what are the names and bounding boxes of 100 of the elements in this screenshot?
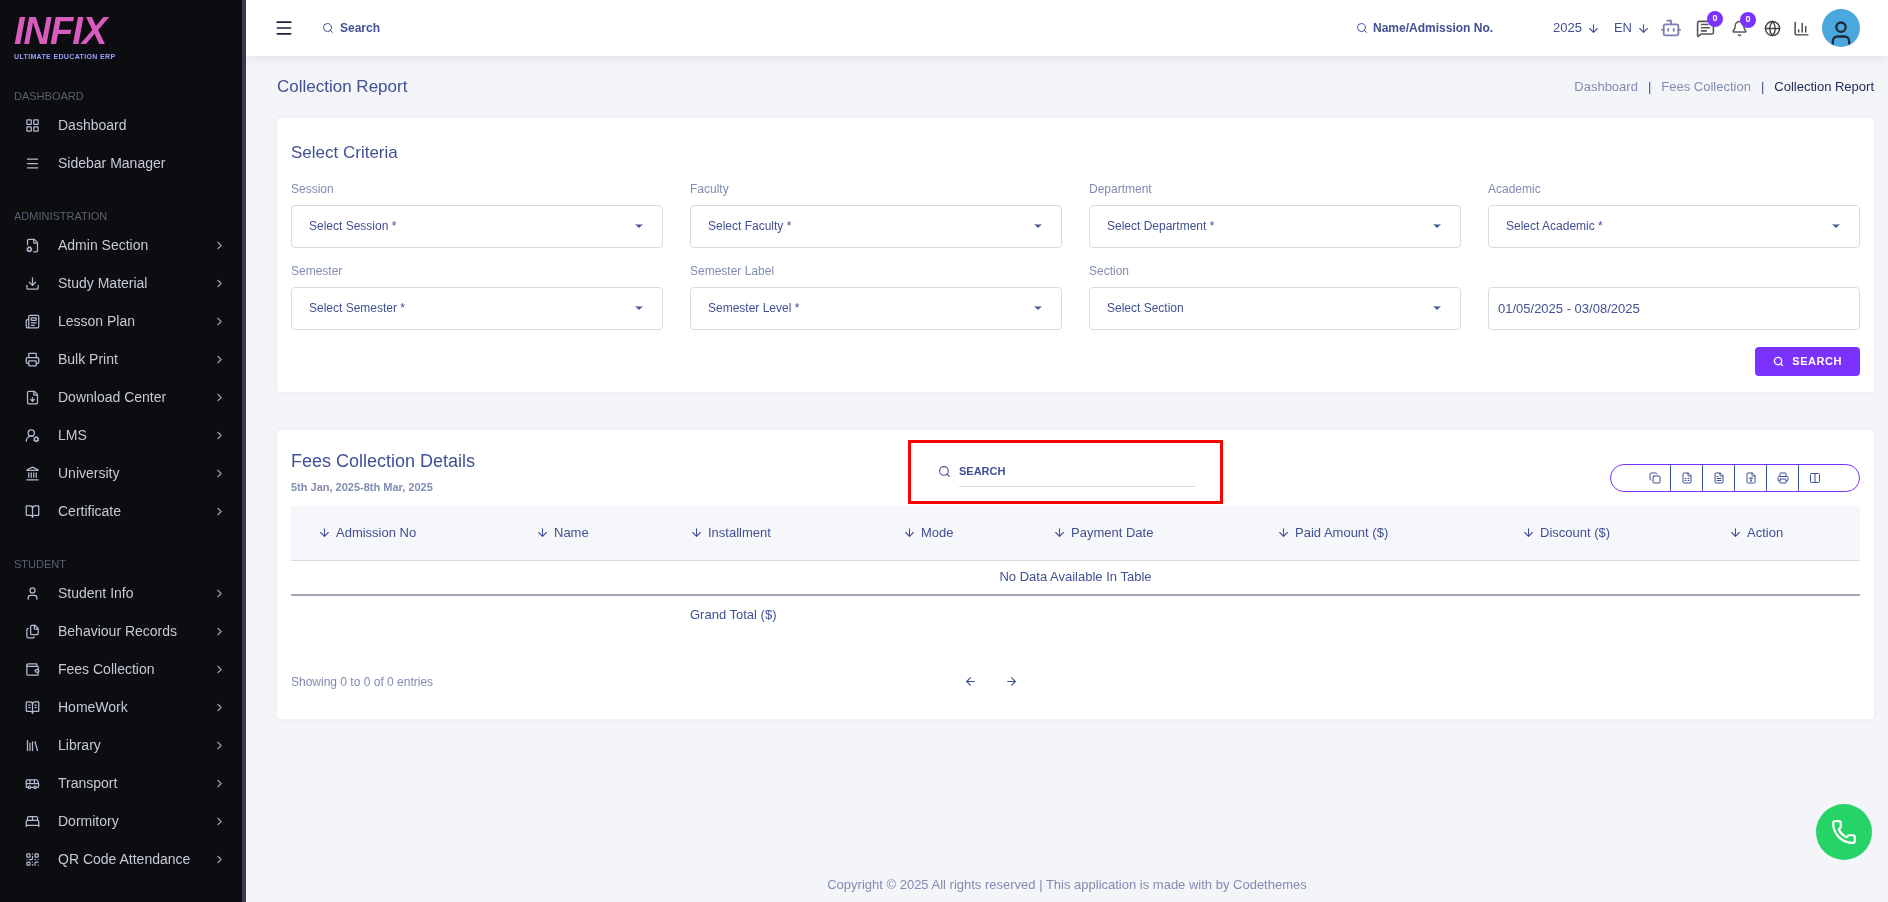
printer-icon <box>25 351 40 367</box>
document-icon <box>1712 471 1725 484</box>
table-search-field[interactable]: SEARCH <box>959 456 1195 487</box>
copy-icon <box>1648 471 1661 484</box>
column-header[interactable]: Mode <box>903 522 1053 543</box>
count-badge: 0 <box>1707 10 1723 27</box>
column-header[interactable]: Name <box>536 522 690 543</box>
menu-icon <box>25 155 40 171</box>
download-icon <box>25 275 40 291</box>
search-icon <box>1356 22 1368 34</box>
year-dropdown[interactable]: 2025 <box>1553 18 1600 38</box>
field-label: Academic <box>1488 180 1542 198</box>
chat-icon[interactable] <box>1696 18 1715 38</box>
field-label: Semester <box>291 262 344 280</box>
field-label: Section <box>1089 262 1131 280</box>
card-title: Fees Collection Details <box>291 449 477 473</box>
sidebar-item[interactable]: Student Info <box>0 574 242 612</box>
breadcrumb-link[interactable]: Collection Report <box>1774 77 1874 97</box>
sidebar-item[interactable]: HomeWork <box>0 688 242 726</box>
column-header[interactable]: Installment <box>690 522 903 543</box>
download-icon <box>25 389 40 405</box>
select-dropdown[interactable]: Select Academic * <box>1488 204 1860 248</box>
menu-icon[interactable] <box>274 18 294 38</box>
globe-icon[interactable] <box>1764 19 1781 37</box>
sort-arrow-icon <box>1522 526 1535 539</box>
search-field[interactable]: Search <box>340 19 540 37</box>
sidebar-item[interactable]: Admin Section <box>0 226 242 264</box>
sidebar-item[interactable]: Lesson Plan <box>0 302 242 340</box>
sort-arrow-icon <box>536 526 549 539</box>
column-header[interactable]: Paid Amount ($) <box>1277 522 1522 543</box>
column-header[interactable]: Admission No <box>318 522 536 543</box>
wallet-icon <box>25 661 40 677</box>
search-icon <box>938 465 951 478</box>
select-dropdown[interactable]: Semester Level * <box>690 286 1062 330</box>
files-icon <box>25 623 40 639</box>
sort-arrow-icon <box>1277 526 1290 539</box>
sidebar-section-title: STUDENT <box>13 556 67 572</box>
field-label: Semester Label <box>690 262 776 280</box>
column-header[interactable]: Discount ($) <box>1522 522 1729 543</box>
arrow-down-icon <box>1586 21 1600 35</box>
select-dropdown[interactable]: Select Section <box>1089 286 1461 330</box>
select-dropdown[interactable]: Select Semester * <box>291 286 663 330</box>
column-header[interactable]: Action <box>1729 522 1860 543</box>
sidebar-item[interactable]: Fees Collection <box>0 650 242 688</box>
copyright-text: Copyright © 2025 All rights reserved | This application is made with by Codethemes <box>827 875 1307 894</box>
book-icon <box>25 503 40 519</box>
sort-arrow-icon <box>1729 526 1742 539</box>
qr-code-icon <box>25 851 40 867</box>
document-gear-icon <box>25 237 40 253</box>
sort-arrow-icon <box>690 526 703 539</box>
field-label: Department <box>1089 180 1153 198</box>
sort-arrow-icon <box>903 526 916 539</box>
sidebar-item[interactable]: Transport <box>0 764 242 802</box>
next-page-icon[interactable] <box>1005 675 1018 688</box>
chart-icon[interactable] <box>1793 19 1810 37</box>
sidebar-item[interactable]: Study Material <box>0 264 242 302</box>
spreadsheet-icon <box>1680 471 1693 484</box>
sidebar-item[interactable]: Download Center <box>0 378 242 416</box>
sidebar-item[interactable]: QR Code Attendance <box>0 840 242 878</box>
sidebar-item[interactable]: Dashboard <box>0 106 242 144</box>
column-header[interactable]: Payment Date <box>1053 522 1277 543</box>
robot-icon[interactable] <box>1660 17 1682 39</box>
phone-icon <box>1831 819 1857 845</box>
sidebar-section-title: DASHBOARD <box>13 88 85 104</box>
avatar[interactable] <box>1822 9 1860 47</box>
grid-icon <box>25 117 40 133</box>
logo-text: INFIX <box>14 10 110 52</box>
sidebar-item[interactable]: LMS <box>0 416 242 454</box>
arrow-down-icon <box>1637 21 1650 35</box>
person-icon <box>25 427 40 443</box>
card-title: Select Criteria <box>291 142 399 164</box>
breadcrumb-separator: | <box>1647 78 1652 97</box>
book-icon <box>25 699 40 715</box>
sidebar-item[interactable]: Sidebar Manager <box>0 144 242 182</box>
sidebar-item[interactable]: Certificate <box>0 492 242 530</box>
search-icon <box>322 22 334 34</box>
count-badge: 0 <box>1740 11 1756 28</box>
student-search-field[interactable]: Name/Admission No. <box>1373 19 1523 37</box>
search-icon <box>1773 355 1785 367</box>
search-button[interactable]: SEARCH <box>1755 346 1860 376</box>
printer-icon <box>1776 471 1789 484</box>
select-dropdown[interactable]: Select Session * <box>291 204 663 248</box>
empty-table-message: No Data Available In Table <box>999 568 1152 587</box>
sidebar-item[interactable]: Behaviour Records <box>0 612 242 650</box>
previous-page-icon[interactable] <box>964 675 977 688</box>
sidebar-item[interactable]: Dormitory <box>0 802 242 840</box>
columns-icon <box>1809 471 1821 484</box>
sidebar-item[interactable]: Library <box>0 726 242 764</box>
bell-icon[interactable] <box>1731 19 1748 37</box>
field-label: Faculty <box>690 180 730 198</box>
language-dropdown[interactable]: EN <box>1613 18 1650 38</box>
sidebar-section-title: ADMINISTRATION <box>13 208 109 224</box>
grand-total-label: Grand Total ($) <box>690 605 778 624</box>
select-dropdown[interactable]: Select Department * <box>1089 204 1461 248</box>
select-dropdown[interactable]: Select Faculty * <box>690 204 1062 248</box>
sidebar-item[interactable]: Bulk Print <box>0 340 242 378</box>
user-icon <box>25 585 40 601</box>
pdf-icon <box>1744 471 1757 484</box>
sidebar-item[interactable]: University <box>0 454 242 492</box>
date-range-field[interactable]: 01/05/2025 - 03/08/2025 <box>1488 286 1860 330</box>
